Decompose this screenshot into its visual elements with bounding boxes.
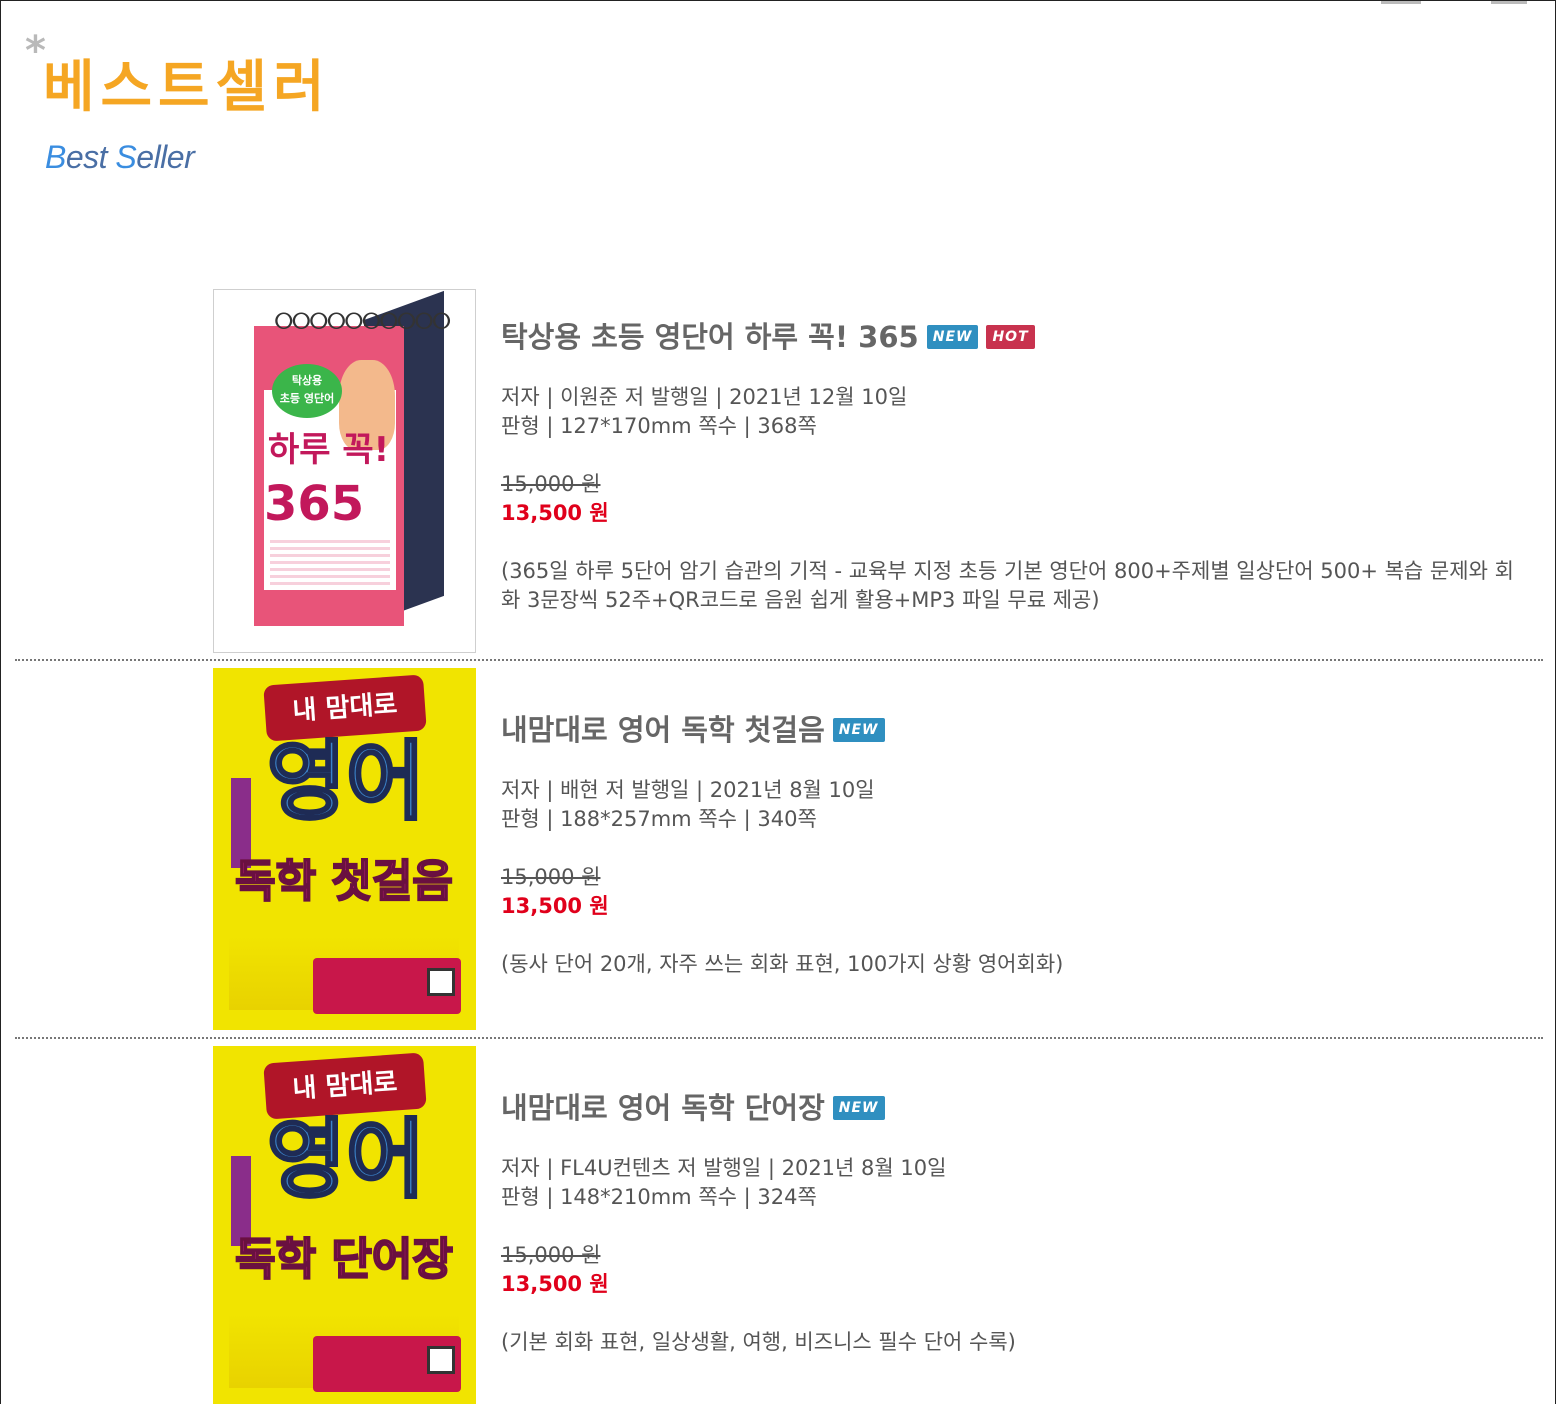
author-date-line: 저자 | FL4U컨텐츠 저 발행일 | 2021년 8월 10일 (501, 1156, 947, 1180)
bestseller-page: * 베스트셀러 Best Seller ⵔⵔⵔⵔⵔⵔⵔⵔⵔⵔ 탁상용 초등 영단… (0, 0, 1556, 1404)
cover-big-text: 영어 (265, 1109, 426, 1212)
new-badge: NEW (926, 325, 979, 349)
original-price: 15,000 원 (501, 1243, 601, 1267)
book-title[interactable]: 내맘대로 영어 독학 단어장 NEW (501, 1088, 1521, 1128)
book-cover-image[interactable]: 내 맘대로 영어 독학 단어장 (213, 1046, 476, 1404)
title-en-initial-s: S (115, 139, 137, 175)
title-en-part-2: eller (136, 139, 195, 175)
item-divider (15, 659, 1543, 661)
qr-code-icon (427, 1346, 455, 1374)
book-info: 내맘대로 영어 독학 첫걸음 NEW 저자 | 배현 저 발행일 | 2021년… (501, 710, 1521, 979)
new-badge: NEW (832, 718, 885, 742)
top-edge-mark (1381, 1, 1421, 4)
page-title-english: Best Seller (45, 137, 195, 177)
book-meta: 저자 | FL4U컨텐츠 저 발행일 | 2021년 8월 10일 판형 | 1… (501, 1154, 1521, 1212)
cover-title-text: 하루 꼭! (268, 430, 390, 470)
original-price: 15,000 원 (501, 865, 601, 889)
cover-sub-text: 독학 첫걸음 (234, 855, 454, 908)
book-meta: 저자 | 배현 저 발행일 | 2021년 8월 10일 판형 | 188*25… (501, 776, 1521, 834)
cover-number-text: 365 (264, 476, 365, 532)
sale-price: 13,500 원 (501, 1272, 609, 1296)
author-date-line: 저자 | 이원준 저 발행일 | 2021년 12월 10일 (501, 385, 908, 409)
book-description: (365일 하루 5단어 암기 습관의 기적 - 교육부 지정 초등 기본 영단… (501, 559, 1514, 612)
book-title[interactable]: 내맘대로 영어 독학 첫걸음 NEW (501, 710, 1521, 750)
book-title[interactable]: 탁상용 초등 영단어 하루 꼭! 365 NEW HOT (501, 317, 1521, 357)
sale-price: 13,500 원 (501, 501, 609, 525)
cover-bubble-text: 탁상용 초등 영단어 (272, 364, 342, 418)
sale-price: 13,500 원 (501, 894, 609, 918)
qr-code-icon (427, 968, 455, 996)
title-en-part-1: est (65, 139, 116, 175)
new-badge: NEW (832, 1096, 885, 1120)
item-divider (15, 1037, 1543, 1039)
book-title-text[interactable]: 내맘대로 영어 독학 첫걸음 (501, 710, 825, 750)
book-cover-image[interactable]: 내 맘대로 영어 독학 첫걸음 (213, 668, 476, 1030)
book-info: 내맘대로 영어 독학 단어장 NEW 저자 | FL4U컨텐츠 저 발행일 | … (501, 1088, 1521, 1357)
book-description: (기본 회화 표현, 일상생활, 여행, 비즈니스 필수 단어 수록) (501, 1330, 1016, 1354)
original-price: 15,000 원 (501, 472, 601, 496)
author-date-line: 저자 | 배현 저 발행일 | 2021년 8월 10일 (501, 778, 875, 802)
book-title-text[interactable]: 내맘대로 영어 독학 단어장 (501, 1088, 825, 1128)
format-pages-line: 판형 | 127*170mm 쪽수 | 368쪽 (501, 414, 817, 438)
cover-big-text: 영어 (265, 731, 426, 834)
book-title-text[interactable]: 탁상용 초등 영단어 하루 꼭! 365 (501, 317, 919, 357)
cover-text-lines (270, 540, 390, 585)
book-meta: 저자 | 이원준 저 발행일 | 2021년 12월 10일 판형 | 127*… (501, 383, 1521, 441)
title-en-initial-b: B (45, 139, 66, 175)
book-cover-image[interactable]: ⵔⵔⵔⵔⵔⵔⵔⵔⵔⵔ 탁상용 초등 영단어 하루 꼭! 365 (213, 289, 476, 653)
book-description: (동사 단어 20개, 자주 쓰는 회화 표현, 100가지 상황 영어회화) (501, 952, 1064, 976)
spiral-binding-icon: ⵔⵔⵔⵔⵔⵔⵔⵔⵔⵔ (274, 310, 451, 335)
format-pages-line: 판형 | 188*257mm 쪽수 | 340쪽 (501, 807, 817, 831)
top-edge-mark (1491, 1, 1527, 4)
format-pages-line: 판형 | 148*210mm 쪽수 | 324쪽 (501, 1185, 817, 1209)
hot-badge: HOT (986, 325, 1035, 349)
page-title-korean: 베스트셀러 (43, 55, 331, 120)
cover-sub-text: 독학 단어장 (234, 1233, 454, 1286)
book-info: 탁상용 초등 영단어 하루 꼭! 365 NEW HOT 저자 | 이원준 저 … (501, 317, 1521, 615)
